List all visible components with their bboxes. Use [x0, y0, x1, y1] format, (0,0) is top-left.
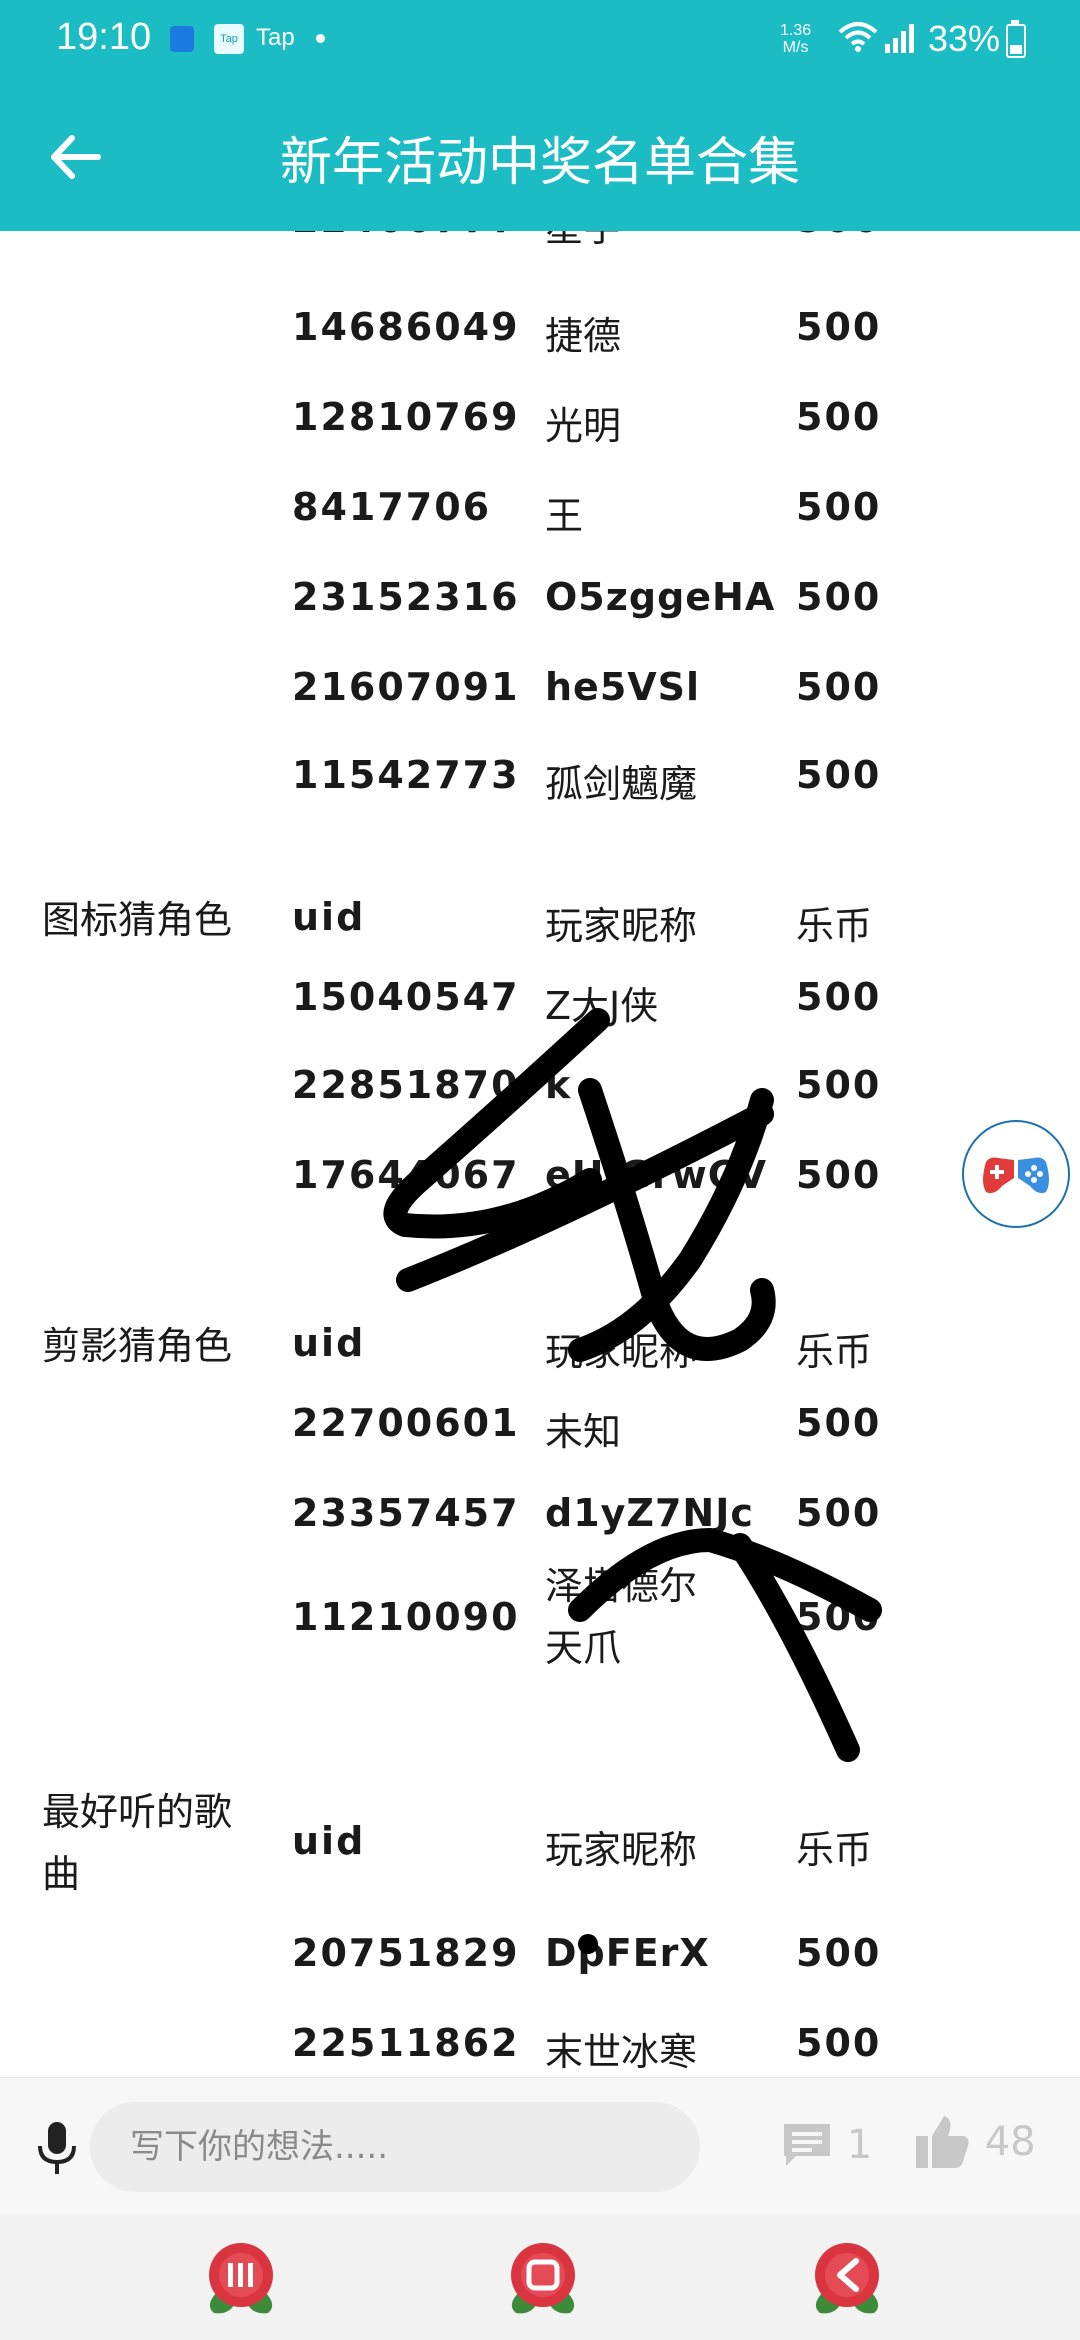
- uid-cell: 11542773: [292, 753, 520, 797]
- coins-cell: 500: [796, 575, 882, 619]
- header-nickname: 玩家昵称: [545, 904, 698, 948]
- name-cell: he5VSl: [545, 665, 701, 709]
- status-time: 19:10: [56, 16, 152, 58]
- name-cell: 王: [545, 494, 584, 538]
- uid-cell: 23152316: [292, 575, 520, 619]
- battery-icon: [1006, 20, 1026, 58]
- tap-label: Tap: [256, 24, 295, 51]
- uid-cell: 15040547: [292, 975, 520, 1019]
- battery-percent: 33%: [928, 18, 1001, 59]
- microphone-icon[interactable]: [32, 2118, 82, 2178]
- header-uid: uid: [292, 1321, 366, 1365]
- shopping-bag-icon: [170, 26, 194, 52]
- section-label: 剪影猜角色: [42, 1324, 233, 1368]
- coins-cell: 500: [796, 1491, 882, 1535]
- header-nickname: 玩家昵称: [545, 1330, 698, 1374]
- uid-cell: 22400777: [292, 231, 520, 241]
- coins-cell: 500: [796, 1153, 882, 1197]
- section-label-line2: 曲: [42, 1852, 81, 1896]
- header-coins: 乐币: [796, 1330, 873, 1374]
- name-cell: 孤剑魑魔: [545, 762, 698, 806]
- coins-cell: 500: [796, 485, 882, 529]
- coins-cell: 500: [796, 665, 882, 709]
- uid-cell: 21607091: [292, 665, 520, 709]
- rose-back-icon[interactable]: [804, 2235, 890, 2321]
- tap-app-icon: Tap: [214, 24, 244, 54]
- name-cell: Z大J侠: [545, 984, 659, 1028]
- uid-cell: 17644067: [292, 1153, 520, 1197]
- game-controller-button[interactable]: [962, 1120, 1070, 1228]
- coins-cell: 500: [796, 395, 882, 439]
- coins-cell: 500: [796, 1401, 882, 1445]
- header-uid: uid: [292, 1819, 366, 1863]
- name-cell: eHJGrwCV: [545, 1153, 768, 1197]
- network-speed: 1.36 M/s: [780, 22, 811, 56]
- uid-cell: 8417706: [292, 485, 492, 529]
- network-speed-value: 1.36: [780, 22, 812, 39]
- comment-bar: 1 48: [0, 2077, 1080, 2216]
- network-speed-unit: M/s: [782, 39, 809, 56]
- uid-cell: 14686049: [292, 305, 520, 349]
- name-cell: k: [545, 1063, 572, 1107]
- notification-dot-icon: [316, 34, 325, 43]
- name-cell: 光明: [545, 404, 622, 448]
- coins-cell: 500: [796, 231, 881, 241]
- name-cell: DpFErX: [545, 1931, 710, 1975]
- thumbs-up-icon: [916, 2116, 969, 2168]
- header-coins: 乐币: [796, 1828, 873, 1872]
- section-label-line1: 最好听的歌: [42, 1790, 233, 1834]
- like-button[interactable]: 48: [912, 2112, 1036, 2178]
- coins-cell: 500: [796, 975, 882, 1019]
- coins-cell: 500: [796, 753, 882, 797]
- comment-button[interactable]: 1: [780, 2118, 872, 2178]
- rose-home-icon[interactable]: [500, 2235, 586, 2321]
- name-cell: O5zggeHA: [545, 575, 776, 619]
- section-label: 最好听的歌 曲: [42, 1781, 272, 1905]
- status-bar: 19:10 Tap Tap 1.36 M/s 33%: [0, 0, 1080, 84]
- uid-cell: 20751829: [292, 1931, 520, 1975]
- name-cell: 捷德: [545, 314, 622, 358]
- uid-cell: 22511862: [292, 2021, 520, 2065]
- coins-cell: 500: [796, 1931, 882, 1975]
- rose-menu-icon[interactable]: [198, 2235, 284, 2321]
- wifi-icon: [838, 22, 878, 52]
- header-nickname: 玩家昵称: [545, 1828, 698, 1872]
- name-cell: 未知: [545, 1410, 622, 1454]
- name-cell: 末世冰寒: [545, 2030, 698, 2074]
- coins-cell: 500: [796, 1595, 882, 1639]
- page-title: 新年活动中奖名单合集: [279, 133, 800, 193]
- uid-cell: 22700601: [292, 1401, 520, 1445]
- coins-cell: 500: [796, 2021, 882, 2065]
- like-count: 48: [984, 2119, 1036, 2165]
- name-cell-line1: 泽塔德尔: [545, 1564, 698, 1608]
- signal-icon: [885, 24, 914, 53]
- name-cell: 星宇: [545, 231, 621, 252]
- comment-icon: [784, 2124, 830, 2166]
- header-uid: uid: [292, 895, 366, 939]
- uid-cell: 11210090: [292, 1595, 520, 1639]
- comment-input[interactable]: [90, 2102, 700, 2192]
- header-coins: 乐币: [796, 904, 873, 948]
- coins-cell: 500: [796, 1063, 882, 1107]
- section-label: 图标猜角色: [42, 898, 233, 942]
- system-nav-bar: [0, 2215, 1080, 2340]
- comment-count: 1: [846, 2122, 873, 2168]
- uid-cell: 22851870: [292, 1063, 520, 1107]
- uid-cell: 12810769: [292, 395, 520, 439]
- name-cell-line2: 天爪: [545, 1626, 622, 1670]
- app-bar: 新年活动中奖名单合集: [0, 84, 1080, 231]
- game-controller-icon: [983, 1157, 1049, 1194]
- top-bar: 19:10 Tap Tap 1.36 M/s 33% 新年活动中奖名单合集: [0, 0, 1080, 231]
- winners-list[interactable]: 22400777 星宇 500 14686049 捷德 500 12810769…: [0, 231, 1080, 2077]
- uid-cell: 23357457: [292, 1491, 520, 1535]
- coins-cell: 500: [796, 305, 882, 349]
- name-cell: d1yZ7NJc: [545, 1491, 754, 1535]
